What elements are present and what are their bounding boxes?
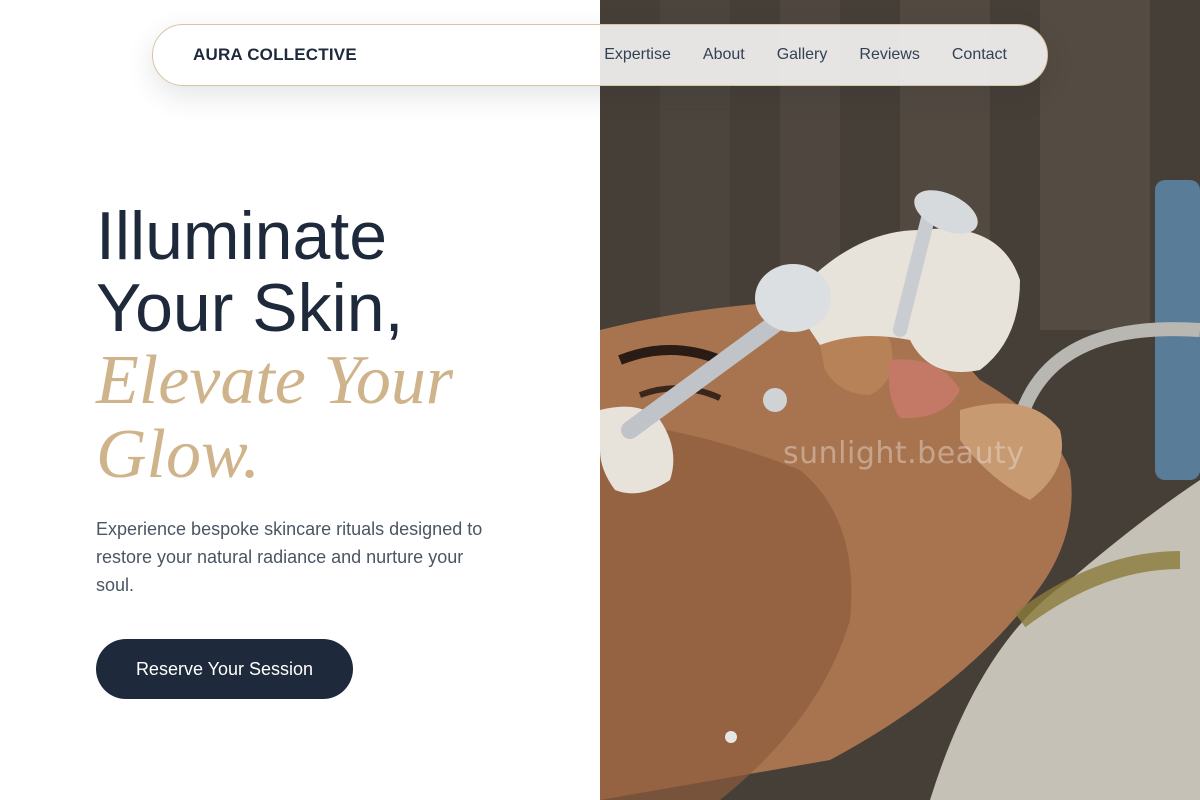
facial-treatment-illustration — [600, 0, 1200, 800]
nav-link-contact[interactable]: Contact — [952, 46, 1007, 64]
brand-logo[interactable]: AURA COLLECTIVE — [193, 45, 357, 65]
hero-accent-line-2: Glow. — [96, 416, 260, 493]
top-navigation: AURA COLLECTIVE Expertise About Gallery … — [152, 24, 1048, 86]
nav-links: Expertise About Gallery Reviews Contact — [604, 46, 1007, 64]
nav-link-about[interactable]: About — [703, 46, 745, 64]
hero-heading: Illuminate Your Skin, Elevate Your Glow. — [96, 200, 566, 492]
hero-title-line-1: Illuminate — [96, 198, 388, 274]
hero-accent-line-1: Elevate Your — [96, 342, 454, 419]
nav-link-gallery[interactable]: Gallery — [777, 46, 828, 64]
watermark-text: sunlight.beauty — [783, 436, 1025, 471]
hero-photo: sunlight.beauty — [600, 0, 1200, 800]
nav-link-expertise[interactable]: Expertise — [604, 46, 671, 64]
reserve-session-button[interactable]: Reserve Your Session — [96, 639, 353, 699]
nav-link-reviews[interactable]: Reviews — [859, 46, 919, 64]
hero-description: Experience bespoke skincare rituals desi… — [96, 519, 483, 595]
hero-title-line-2: Your Skin, — [96, 270, 404, 346]
